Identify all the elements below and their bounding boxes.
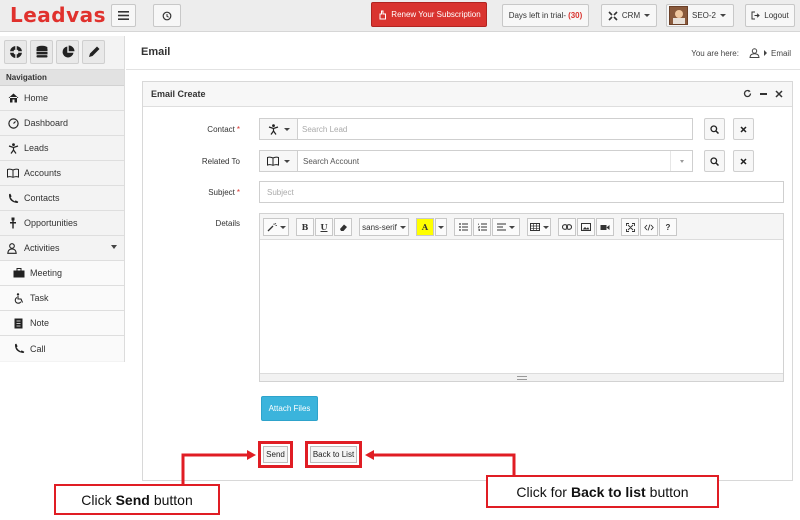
annotation-arrows (181, 450, 516, 485)
send-callout-arrow (181, 453, 250, 485)
send-arrow-head (247, 450, 256, 460)
send-callout-bold: Send (115, 491, 150, 508)
send-callout-prefix: Click (81, 491, 112, 508)
back-arrow-head (365, 450, 374, 460)
back-callout: Click for Back to list button (486, 475, 719, 508)
back-callout-suffix: button (649, 483, 689, 500)
send-callout-suffix: button (153, 491, 193, 508)
send-callout: Click Send button (54, 484, 220, 515)
back-callout-bold: Back to list (570, 483, 646, 500)
back-callout-prefix: Click for (516, 483, 567, 500)
back-callout-arrow (371, 453, 516, 476)
